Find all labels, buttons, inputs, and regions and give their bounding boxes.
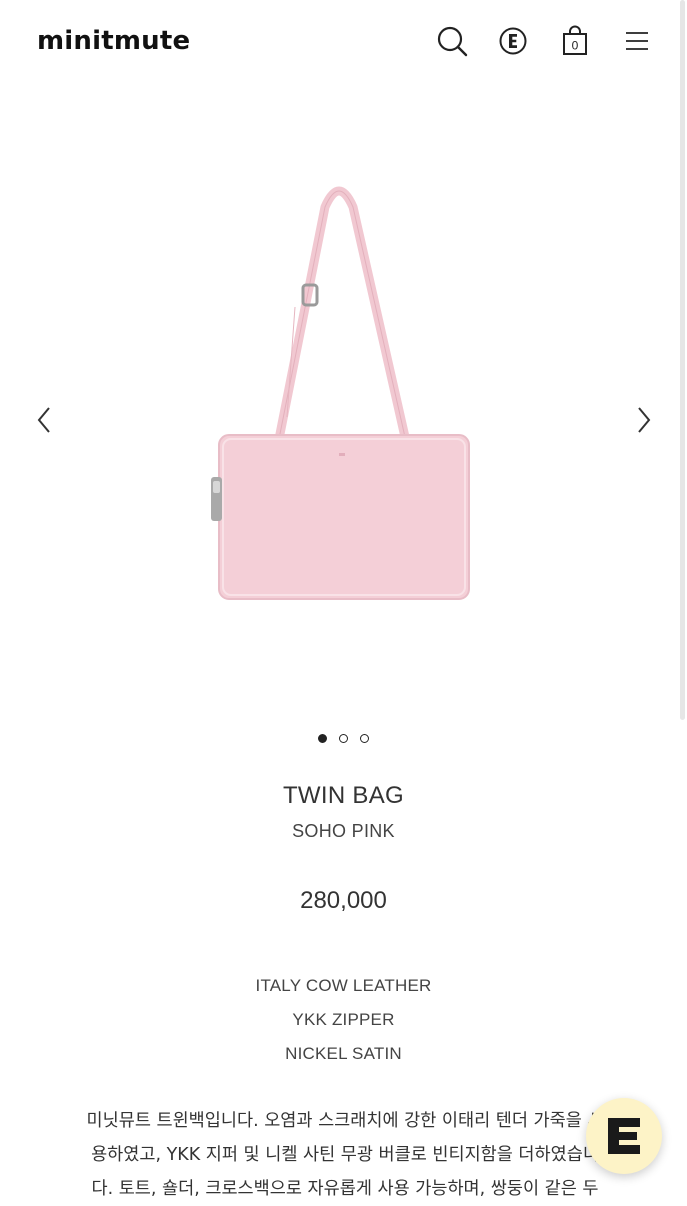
e-logo-icon[interactable] [496,24,530,58]
cart-count: 0 [572,39,579,53]
product-color: SOHO PINK [292,821,395,841]
product-description: 미닛뮤트 트윈백입니다. 오염과 스크래치에 강한 이태리 텐더 가죽을 사 용… [55,1104,635,1206]
next-image-arrow-icon[interactable] [628,400,658,440]
prev-image-arrow-icon[interactable] [30,400,60,440]
product-gallery [0,82,687,722]
carousel-dot-2[interactable] [339,734,348,743]
product-name: TWIN BAG [282,782,405,809]
spec-leather: ITALY COW LEATHER [255,976,432,995]
product-price: 280,000 [300,887,387,914]
carousel-dot-3[interactable] [360,734,370,743]
hamburger-menu-icon[interactable] [620,24,654,58]
carousel-dot-1[interactable] [317,734,327,743]
description-line: 미닛뮤트 트윈백입니다. 오염과 스크래치에 강한 이태리 텐더 가죽을 사 [86,1111,604,1131]
spec-hardware: NICKEL SATIN [285,1044,402,1063]
e-chat-icon [608,1118,640,1154]
brand-logo[interactable]: minitmute [37,26,190,56]
chat-fab-button[interactable] [586,1098,662,1174]
product-image[interactable] [205,177,485,607]
shopping-bag-icon[interactable]: 0 [558,24,592,58]
description-line: 다. 토트, 숄더, 크로스백으로 자유롭게 사용 가능하며, 쌍둥이 같은 두 [91,1179,599,1199]
header: minitmute 0 [0,0,687,82]
description-line: 용하였고, YKK 지퍼 및 니켈 사틴 무광 버클로 빈티지함을 더하였습니 [91,1145,599,1165]
carousel-dots [0,730,687,748]
search-icon[interactable] [435,24,469,58]
spec-zipper: YKK ZIPPER [292,1010,395,1029]
